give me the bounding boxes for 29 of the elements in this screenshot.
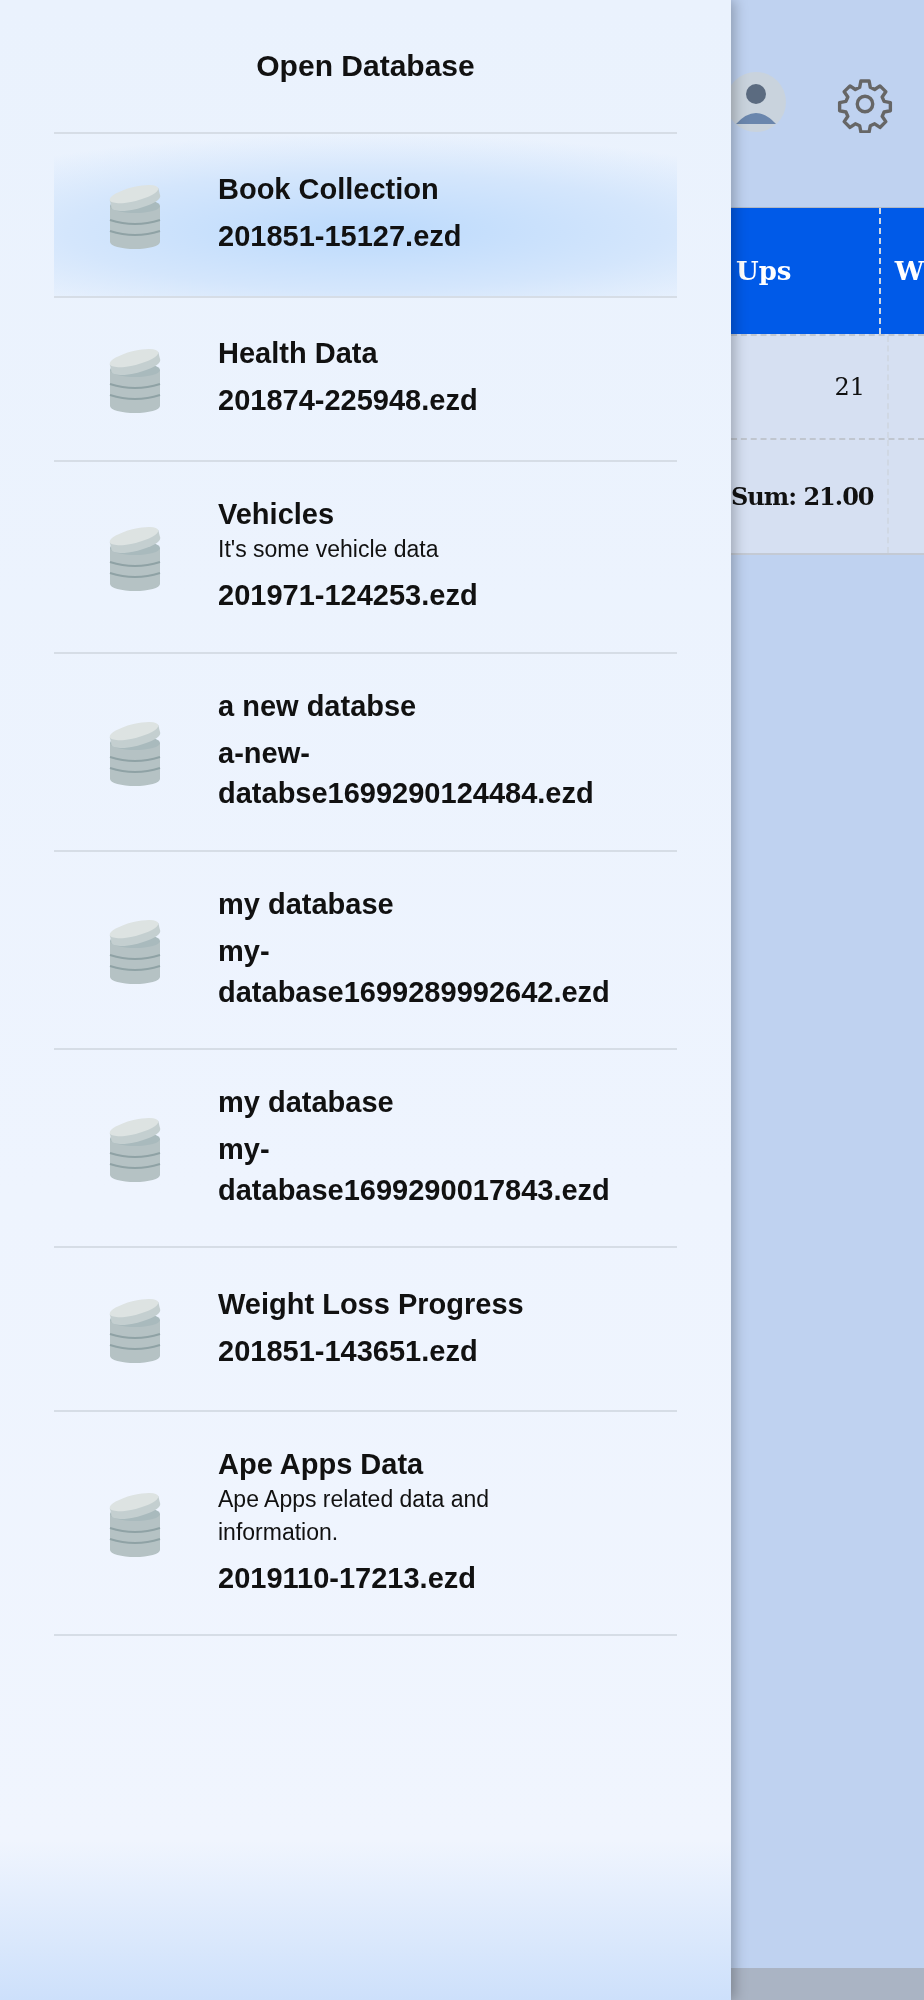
database-name: my database <box>218 1086 395 1120</box>
database-filename: 201851-143651.ezd <box>218 1333 479 1369</box>
database-name: Health Data <box>218 337 379 371</box>
database-name: Ape Apps Data <box>218 1448 425 1482</box>
database-name: Book Collection <box>218 173 440 207</box>
database-item[interactable]: Health Data 201874-225948.ezd <box>54 298 677 462</box>
column-sum: Sum: 21.00 <box>731 482 874 511</box>
database-filename: my-database1699290017843.ezd <box>218 1132 611 1208</box>
table-cell: 21 <box>834 373 865 401</box>
database-item[interactable]: my database my-database1699289992642.ezd <box>54 851 677 1051</box>
database-filename: my-database1699289992642.ezd <box>218 933 611 1010</box>
database-filename: 201874-225948.ezd <box>218 383 478 419</box>
database-item[interactable]: a new databse a-new-databse1699290124484.ezd <box>54 653 677 852</box>
column-header[interactable]: W <box>880 208 924 334</box>
database-name: Vehicles <box>218 498 336 531</box>
database-filename: 201971-124253.ezd <box>218 578 478 614</box>
database-filename: 201851-15127.ezd <box>218 219 462 255</box>
database-item[interactable]: my database my-database1699290017843.ezd <box>54 1050 677 1249</box>
database-filename: 2019110-17213.ezd <box>218 1560 477 1596</box>
drawer-title: Open Database <box>54 0 677 134</box>
database-description: Ape Apps related data and information. <box>218 1485 491 1547</box>
database-description: It's some vehicle data <box>218 535 440 564</box>
database-filename: a-new-databse1699290124484.ezd <box>218 735 595 812</box>
database-item[interactable]: Weight Loss Progress 201851-143651.ezd <box>54 1248 677 1413</box>
database-item[interactable]: Vehicles It's some vehicle data 201971-124253.ezd <box>54 462 677 654</box>
database-name: a new databse <box>218 689 418 723</box>
database-item[interactable]: Ape Apps Data Ape Apps related data and information. 2019110-17213.ezd <box>54 1412 677 1637</box>
database-name: Weight Loss Progress <box>218 1287 524 1321</box>
database-name: my database <box>218 887 395 921</box>
